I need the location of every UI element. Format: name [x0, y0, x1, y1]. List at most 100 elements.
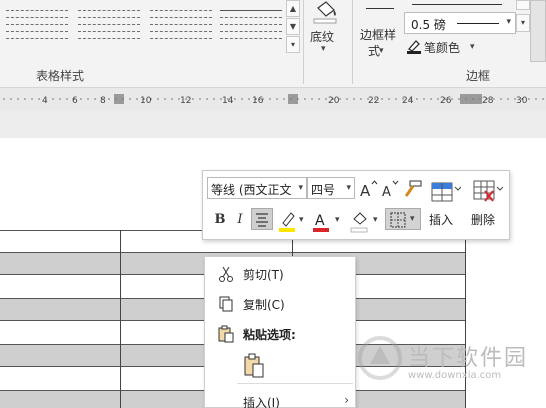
ruler-label: 30 — [516, 96, 528, 106]
table-style-thumb-3[interactable] — [150, 4, 212, 42]
borders-group-label: 边框 — [466, 69, 491, 83]
insert-rows-icon — [431, 182, 461, 202]
watermark-text: 当下软件园 — [408, 346, 529, 371]
chevron-down-icon: ▾ — [346, 183, 351, 193]
font-name-select[interactable]: 等线 (西文正文 ▾ — [207, 177, 307, 199]
highlight-icon[interactable] — [277, 209, 299, 233]
paste-icon — [244, 353, 264, 378]
paste-keep-formatting-button[interactable] — [241, 353, 267, 379]
chevron-down-icon: ▾ — [506, 17, 511, 27]
ruler-label: 4 — [42, 96, 48, 106]
shading-label: 底纹 — [310, 30, 335, 44]
svg-text:A: A — [382, 185, 391, 199]
pen-color-label: 笔颜色 — [424, 41, 461, 55]
menu-item-label: 粘贴选项: — [243, 328, 296, 342]
shading-icon[interactable] — [349, 209, 371, 233]
align-center-icon — [256, 213, 268, 227]
border-style-line-preview — [366, 8, 394, 9]
ruler-label: 10 — [140, 96, 152, 106]
pen-weight-dropdown[interactable]: ▾ — [516, 14, 530, 32]
menu-item-copy[interactable]: 复制(C) — [205, 289, 357, 319]
group-separator — [303, 0, 304, 84]
watermark-url: www.downxia.com — [408, 370, 502, 381]
ruler-label: 28 — [482, 96, 494, 106]
paste-icon — [218, 325, 234, 343]
gallery-up-button[interactable]: ▲ — [286, 0, 300, 17]
table-border — [120, 230, 121, 408]
delete-button[interactable]: 删除 — [469, 177, 505, 233]
menu-item-label: 复制(C) — [243, 298, 285, 312]
format-painter-icon[interactable] — [403, 179, 423, 199]
table-style-thumb-2[interactable] — [78, 4, 140, 42]
border-styles-label: 边框样 — [360, 28, 397, 42]
ruler-gutter — [0, 110, 546, 138]
menu-separator — [237, 383, 353, 384]
chevron-down-icon: ▾ — [410, 214, 415, 224]
pen-weight-select[interactable]: 0.5 磅 ▾ — [404, 12, 516, 34]
line-style-select[interactable] — [404, 0, 516, 8]
paint-bucket-icon — [313, 1, 337, 24]
ruler-marker[interactable] — [288, 94, 298, 104]
font-size-value: 四号 — [311, 183, 336, 197]
table-style-thumb-4[interactable] — [220, 4, 282, 42]
ruler-ticks: 4 6 8 10 12 14 16 20 22 24 26 28 30 — [3, 94, 544, 106]
ruler-label: 12 — [180, 96, 191, 106]
menu-item-insert[interactable]: 插入(I) › — [205, 387, 357, 408]
chevron-down-icon: ▾ — [470, 42, 475, 52]
bold-button[interactable]: B — [211, 209, 229, 231]
pen-weight-value: 0.5 磅 — [411, 18, 446, 32]
scissors-icon — [219, 266, 233, 282]
gallery-down-button[interactable]: ▼ — [286, 18, 300, 35]
ruler-label: 8 — [100, 96, 106, 106]
font-size-select[interactable]: 四号 ▾ — [307, 177, 355, 199]
ruler-label: 6 — [72, 96, 78, 106]
gallery-more-button[interactable]: ▾ — [286, 36, 300, 53]
menu-item-label: 插入(I) — [243, 396, 280, 408]
chevron-down-icon[interactable]: ▾ — [335, 215, 340, 225]
borders-button[interactable]: ▾ — [385, 208, 421, 230]
insert-button[interactable]: 插入 — [427, 177, 463, 233]
svg-text:A: A — [360, 182, 371, 199]
borders-icon — [390, 212, 406, 228]
ruler-label: 22 — [368, 96, 379, 106]
ruler-label: 20 — [328, 96, 340, 106]
horizontal-ruler[interactable]: 4 6 8 10 12 14 16 20 22 24 26 28 30 — [0, 88, 546, 110]
borders-panel-edge[interactable] — [530, 0, 546, 62]
pen-icon — [407, 40, 421, 54]
italic-button[interactable]: I — [231, 209, 249, 231]
pen-color-button[interactable]: 笔颜色 ▾ — [406, 38, 496, 56]
ruler-marker[interactable] — [460, 94, 482, 104]
chevron-down-icon: ▾ — [379, 46, 384, 56]
shrink-font-icon[interactable]: A — [381, 179, 401, 199]
group-separator — [352, 0, 353, 84]
menu-item-cut[interactable]: 剪切(T) — [205, 259, 357, 289]
chevron-down-icon[interactable]: ▾ — [373, 215, 378, 225]
mini-toolbar: 等线 (西文正文 ▾ 四号 ▾ A A B I ▾ A ▾ ▾ ▾ 插入 删除 — [202, 170, 510, 240]
table-styles-group-label: 表格样式 — [36, 69, 85, 83]
ruler-label: 24 — [402, 96, 414, 106]
chevron-right-icon: › — [344, 393, 349, 407]
context-menu: 剪切(T) 复制(C) 粘贴选项: 插入(I) › — [204, 256, 356, 408]
gallery-scroll: ▲ ▼ ▾ — [286, 0, 300, 54]
ruler-label: 16 — [252, 96, 264, 106]
chevron-down-icon: ▾ — [298, 183, 303, 193]
border-styles-button[interactable]: 边框样 式 ▾ — [360, 0, 404, 62]
table-border — [465, 230, 466, 408]
menu-item-paste-options: 粘贴选项: — [205, 319, 357, 349]
watermark-logo — [358, 336, 402, 380]
delete-label: 删除 — [471, 213, 496, 227]
delete-table-icon — [473, 180, 503, 202]
grow-font-icon[interactable]: A — [359, 179, 379, 199]
ruler-label: 26 — [440, 96, 452, 106]
shading-button[interactable]: 底纹 ▾ — [306, 0, 346, 60]
center-align-button[interactable] — [251, 208, 273, 230]
menu-item-label: 剪切(T) — [243, 268, 284, 282]
pen-weight-line-preview — [457, 23, 499, 24]
font-color-icon[interactable]: A — [311, 209, 333, 233]
line-style-dropdown[interactable] — [516, 0, 530, 10]
chevron-down-icon[interactable]: ▾ — [299, 215, 304, 225]
insert-label: 插入 — [429, 213, 454, 227]
chevron-down-icon: ▾ — [321, 44, 326, 54]
table-style-thumb-1[interactable] — [6, 4, 68, 42]
ruler-label: 14 — [222, 96, 234, 106]
